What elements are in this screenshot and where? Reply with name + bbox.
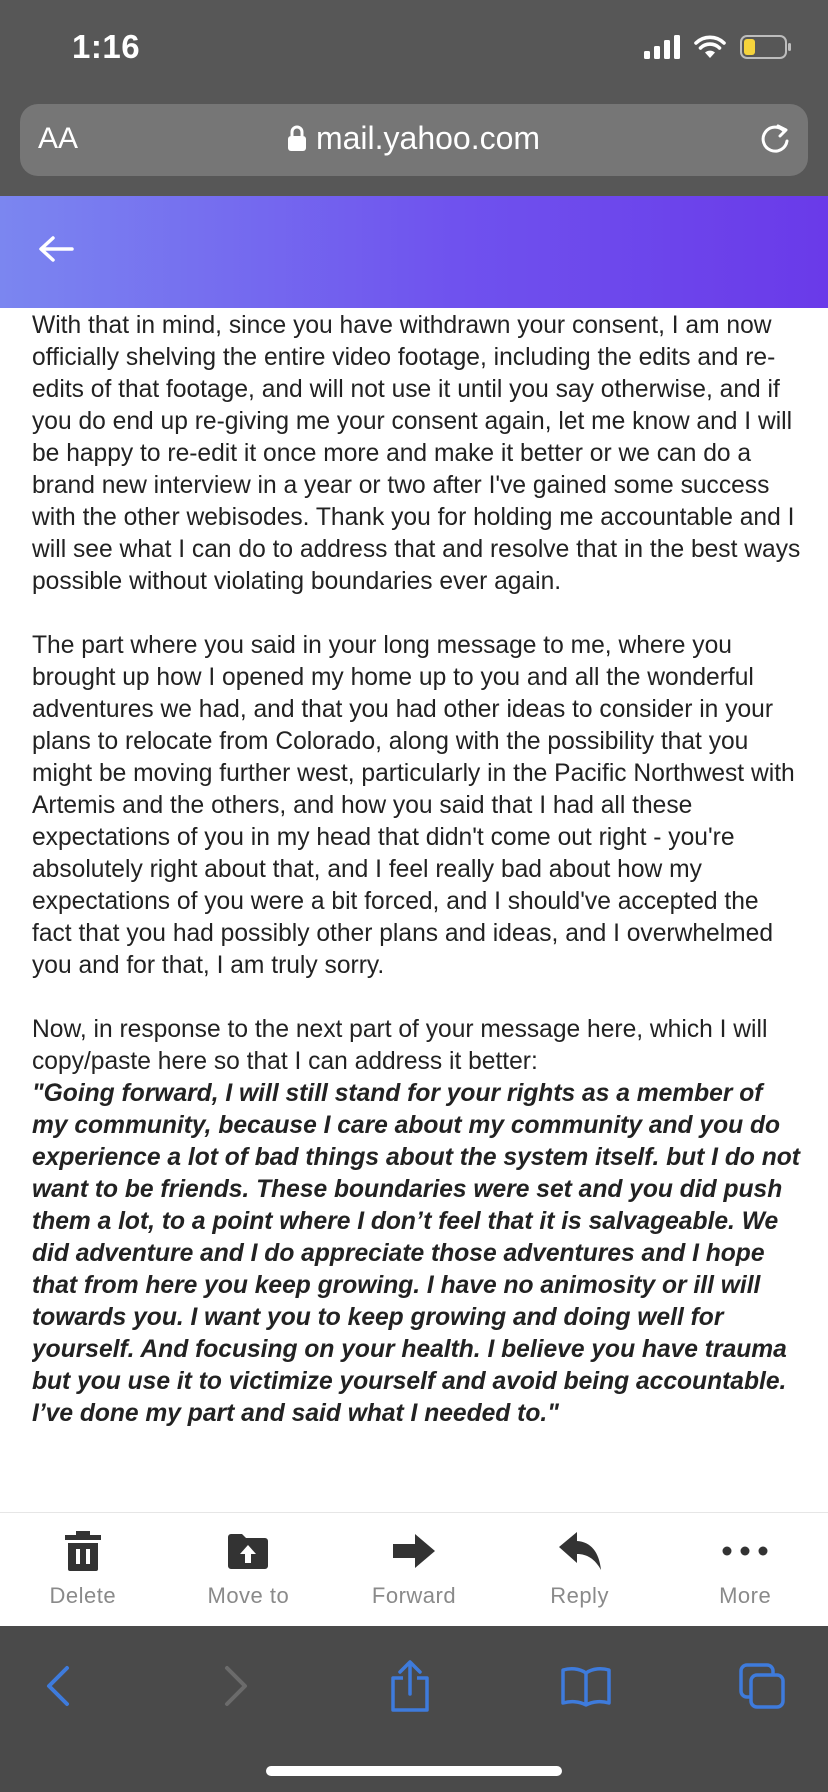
move-to-button[interactable]: Move to (166, 1513, 332, 1627)
cellular-signal-icon (644, 34, 680, 64)
more-label: More (719, 1583, 772, 1608)
share-icon[interactable] (380, 1656, 440, 1716)
message-paragraph: The part where you said in your long mes… (32, 632, 795, 979)
back-arrow-icon[interactable] (38, 234, 74, 269)
delete-button[interactable]: Delete (0, 1513, 166, 1627)
browser-toolbar: AA mail.yahoo.com (0, 100, 828, 196)
forward-label: Forward (371, 1583, 457, 1608)
status-icons (644, 34, 792, 64)
reply-arrow-icon (497, 1531, 663, 1571)
url-text: mail.yahoo.com (315, 120, 541, 156)
bookmarks-icon[interactable] (556, 1656, 616, 1716)
browser-back-icon[interactable] (28, 1656, 88, 1716)
home-indicator[interactable] (266, 1766, 562, 1776)
battery-icon (740, 34, 792, 64)
status-time: 1:16 (72, 28, 141, 65)
move-to-label: Move to (207, 1583, 290, 1608)
forward-button[interactable]: Forward (331, 1513, 497, 1627)
tabs-icon[interactable] (732, 1656, 792, 1716)
quoted-text: "Going forward, I will still stand for y… (32, 1080, 800, 1427)
trash-icon (0, 1531, 166, 1571)
url-display[interactable]: mail.yahoo.com (20, 120, 808, 159)
address-bar[interactable]: AA mail.yahoo.com (20, 104, 808, 176)
lock-icon (287, 122, 306, 159)
message-paragraph: With that in mind, since you have withdr… (32, 312, 801, 595)
reply-button[interactable]: Reply (497, 1513, 663, 1627)
message-paragraph: Now, in response to the next part of you… (32, 1016, 768, 1075)
message-header (0, 196, 828, 308)
message-body: With that in mind, since you have withdr… (32, 310, 804, 1510)
delete-label: Delete (49, 1583, 117, 1608)
reload-icon[interactable] (758, 122, 792, 161)
browser-forward-icon[interactable] (206, 1656, 266, 1716)
folder-move-icon (166, 1531, 332, 1571)
more-dots-icon (662, 1531, 828, 1571)
message-action-bar: Delete Move to Forward Reply More (0, 1512, 828, 1627)
status-bar: 1:16 (0, 0, 828, 100)
reply-label: Reply (550, 1583, 609, 1608)
wifi-icon (694, 35, 726, 64)
more-button[interactable]: More (662, 1513, 828, 1627)
forward-arrow-icon (331, 1531, 497, 1571)
